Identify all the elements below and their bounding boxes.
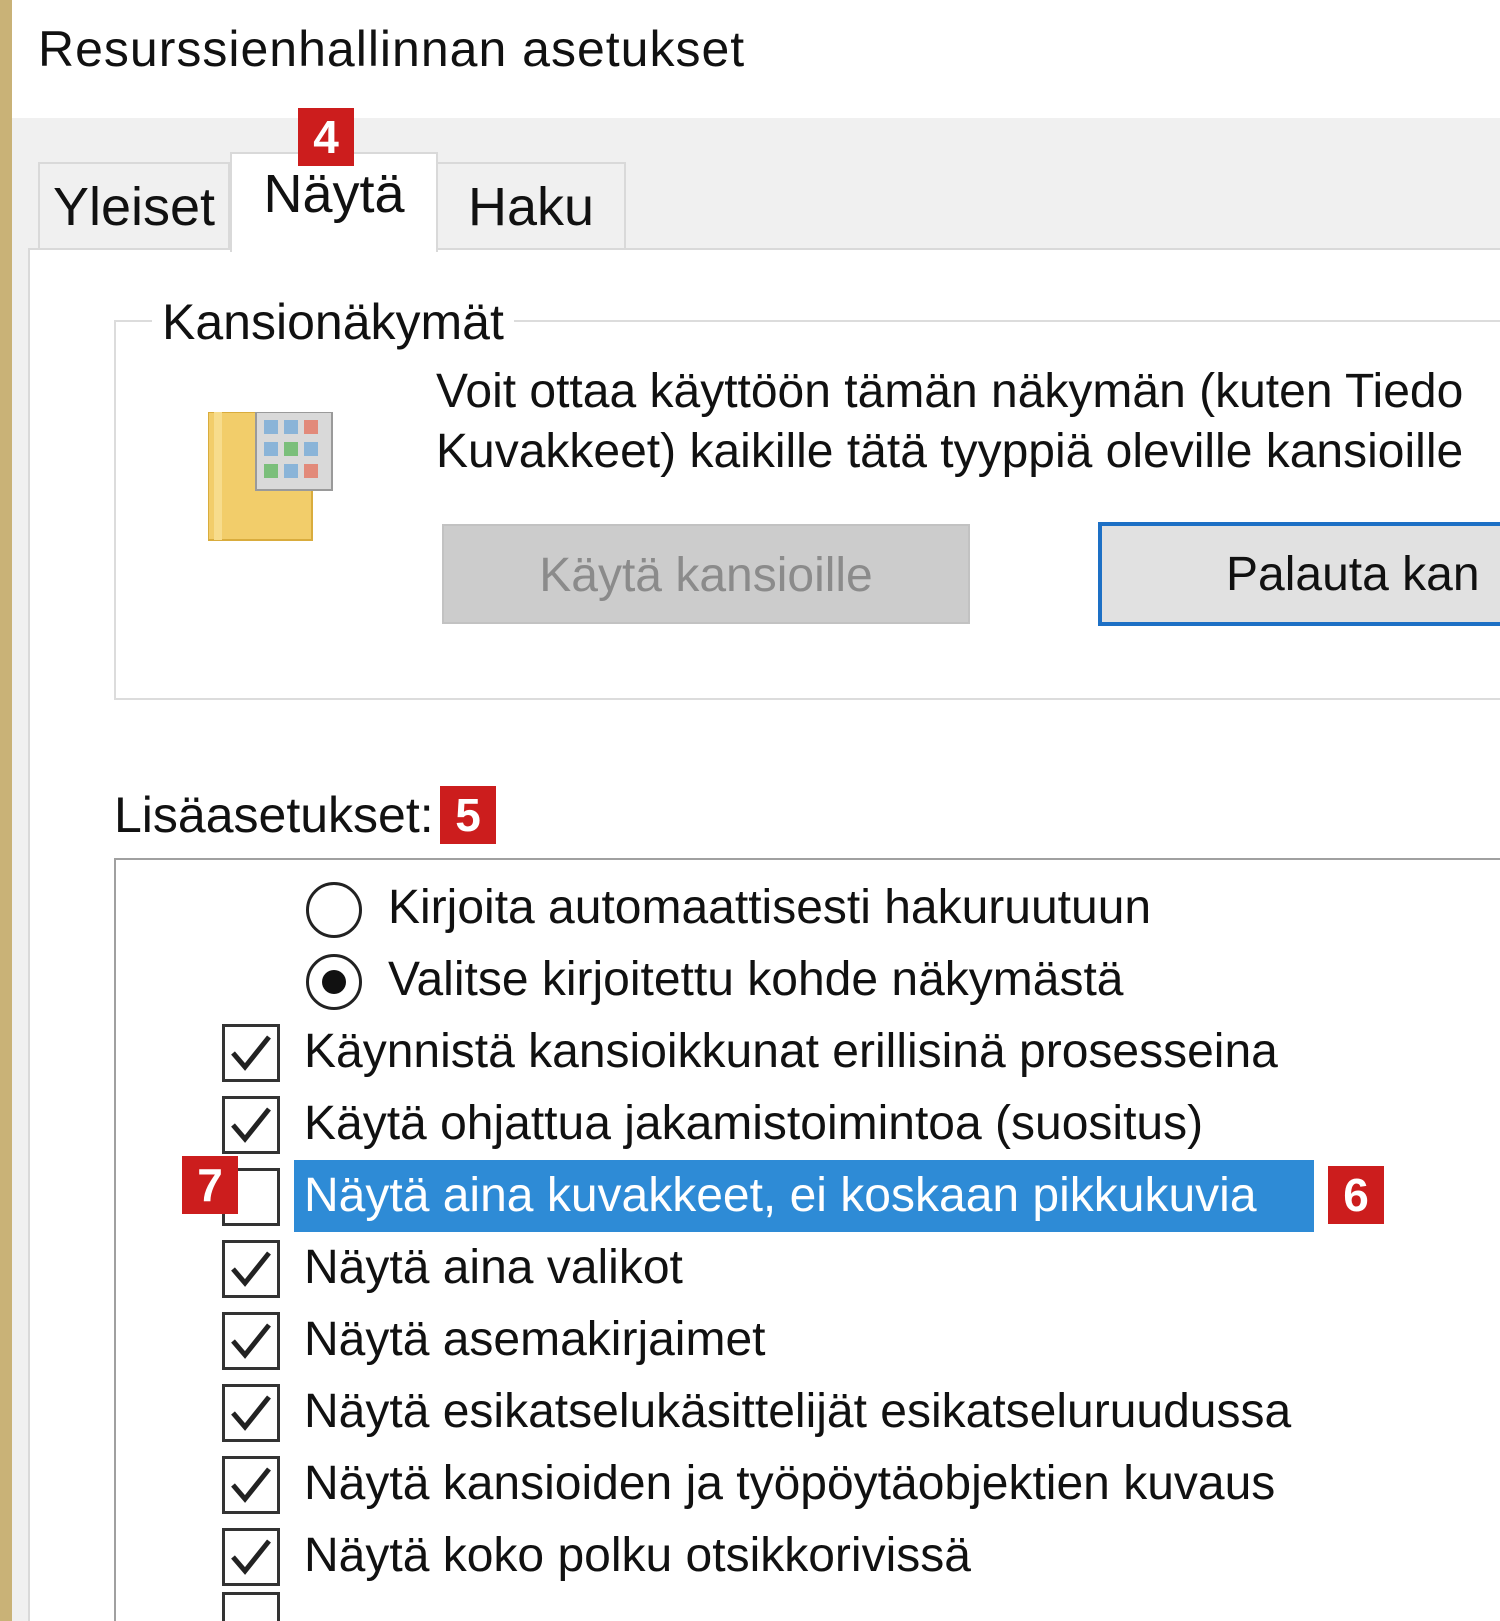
list-item[interactable]: Kirjoita automaattisesti hakuruutuun — [116, 872, 1500, 944]
advanced-settings-label: Lisäasetukset: — [114, 787, 434, 843]
checkbox-checked[interactable] — [222, 1312, 280, 1370]
apply-to-folders-button[interactable]: Käytä kansioille — [442, 524, 970, 624]
folder-view-icon — [207, 411, 338, 547]
radio-button[interactable] — [306, 882, 362, 938]
tab-view[interactable]: Näytä — [230, 152, 438, 252]
list-item-selected[interactable]: Näytä aina kuvakkeet, ei koskaan pikkuku… — [116, 1160, 1500, 1232]
folder-views-description: Voit ottaa käyttöön tämän näkymän (kuten… — [436, 362, 1463, 482]
list-item-label: Näytä kansioiden ja työpöytäobjektien ku… — [304, 1457, 1276, 1510]
title-bar: Resurssienhallinnan asetukset — [12, 0, 1500, 118]
list-item[interactable]: Näytä asemakirjaimet — [116, 1304, 1500, 1376]
list-item-label: Näytä asemakirjaimet — [304, 1313, 766, 1366]
checkbox-checked[interactable] — [222, 1528, 280, 1586]
list-item[interactable]: Näytä aina valikot — [116, 1232, 1500, 1304]
annotation-marker-5: 5 — [440, 786, 496, 844]
checkbox-checked[interactable] — [222, 1240, 280, 1298]
tab-search[interactable]: Haku — [436, 162, 626, 248]
list-item-label: Valitse kirjoitettu kohde näkymästä — [388, 953, 1124, 1006]
list-item[interactable]: Käynnistä kansioikkunat erillisinä prose… — [116, 1016, 1500, 1088]
list-item-label: Kirjoita automaattisesti hakuruutuun — [388, 881, 1152, 934]
description-line-2: Kuvakkeet) kaikille tätä tyyppiä olevill… — [436, 425, 1464, 478]
checkbox-checked[interactable] — [222, 1384, 280, 1442]
list-item[interactable]: Näytä kansioiden ja työpöytäobjektien ku… — [116, 1448, 1500, 1520]
tab-general[interactable]: Yleiset — [38, 162, 230, 248]
advanced-settings-list[interactable]: Kirjoita automaattisesti hakuruutuun Val… — [114, 858, 1500, 1621]
list-item[interactable]: Käytä ohjattua jakamistoimintoa (suositu… — [116, 1088, 1500, 1160]
annotation-marker-6: 6 — [1328, 1166, 1384, 1224]
list-item-label: Näytä esikatselukäsittelijät esikatselur… — [304, 1385, 1292, 1438]
reset-folders-button[interactable]: Palauta kan — [1098, 522, 1500, 626]
list-item[interactable]: Valitse kirjoitettu kohde näkymästä — [116, 944, 1500, 1016]
description-line-1: Voit ottaa käyttöön tämän näkymän (kuten… — [436, 365, 1464, 418]
checkbox-checked[interactable] — [222, 1096, 280, 1154]
annotation-marker-7: 7 — [182, 1156, 238, 1214]
window-title: Resurssienhallinnan asetukset — [38, 21, 746, 77]
folder-views-legend: Kansionäkymät — [152, 293, 514, 351]
settings-window: Resurssienhallinnan asetukset Yleiset Nä… — [12, 0, 1500, 1621]
checkbox-partial[interactable] — [222, 1592, 280, 1621]
list-item[interactable]: Näytä koko polku otsikkorivissä — [116, 1520, 1500, 1592]
list-item-label: Käytä ohjattua jakamistoimintoa (suositu… — [304, 1097, 1204, 1150]
annotation-marker-4: 4 — [298, 108, 354, 166]
checkbox-checked[interactable] — [222, 1456, 280, 1514]
list-item-label: Näytä aina kuvakkeet, ei koskaan pikkuku… — [304, 1169, 1257, 1222]
list-item-label: Näytä aina valikot — [304, 1241, 683, 1294]
checkbox-checked[interactable] — [222, 1024, 280, 1082]
list-item-label: Käynnistä kansioikkunat erillisinä prose… — [304, 1025, 1278, 1078]
radio-button-selected[interactable] — [306, 954, 362, 1010]
list-item-label: Näytä koko polku otsikkorivissä — [304, 1529, 971, 1582]
list-item[interactable]: Näytä esikatselukäsittelijät esikatselur… — [116, 1376, 1500, 1448]
